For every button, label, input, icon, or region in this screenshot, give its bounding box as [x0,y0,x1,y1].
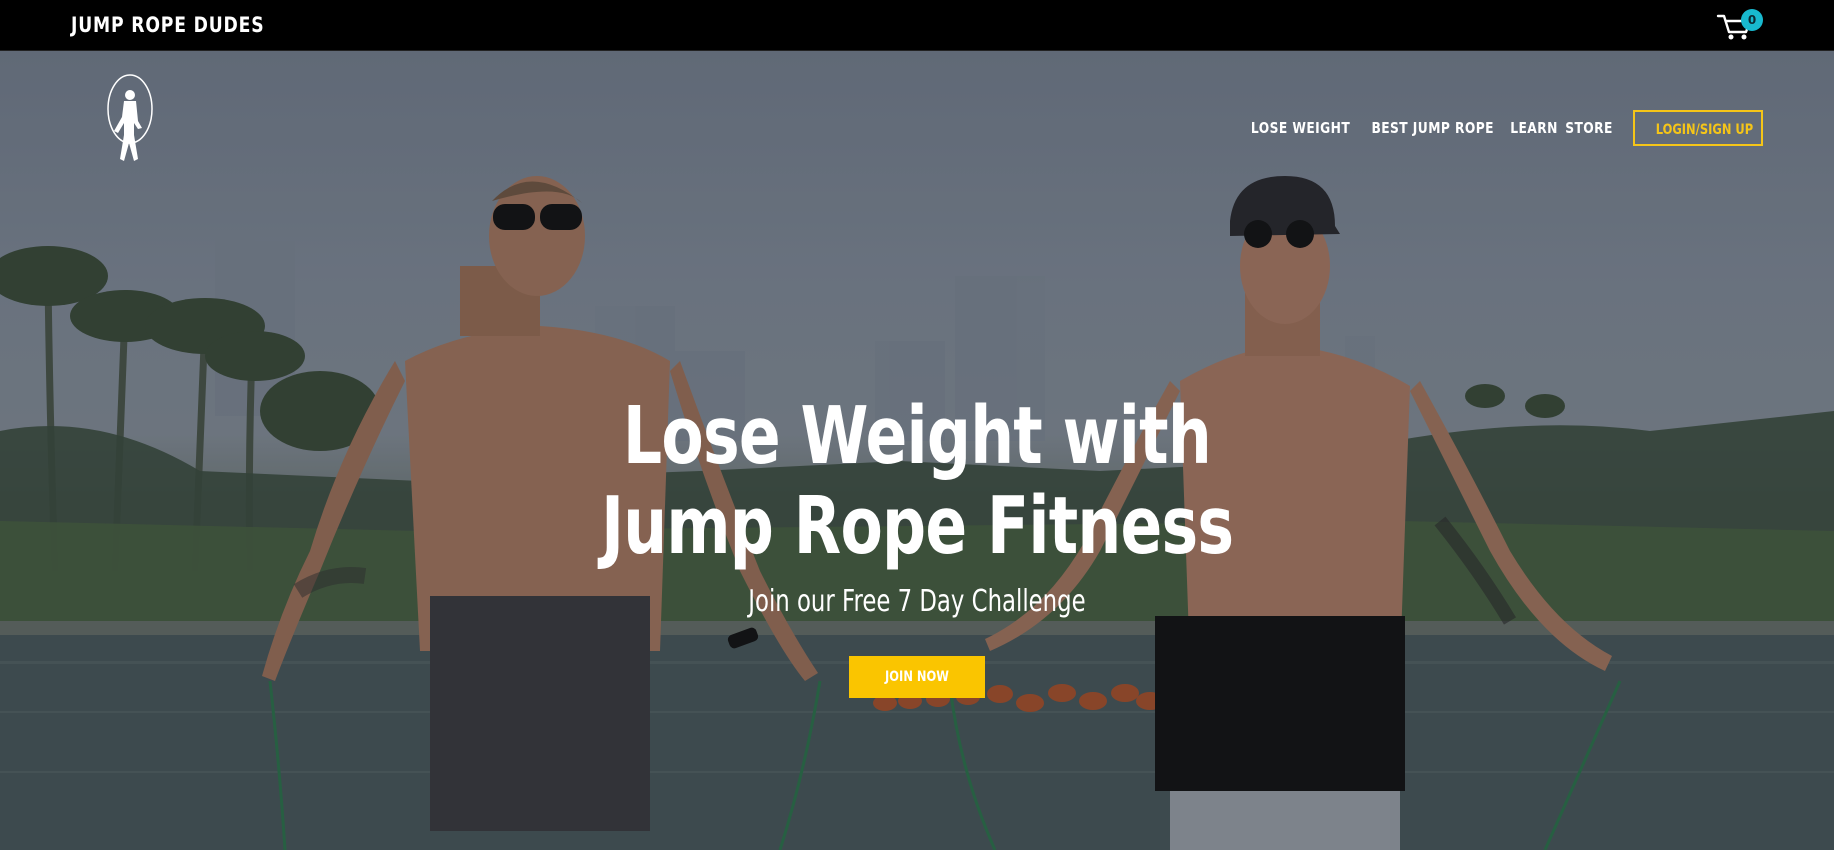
login-signup-label: LOGIN/SIGN UP [1655,122,1754,138]
hero-subheadline: Join our Free 7 Day Challenge [0,584,1834,619]
nav-learn[interactable]: LEARN [1510,119,1558,137]
main-nav: LOSE WEIGHT BEST JUMP ROPE LEARN STORE L… [1250,108,1763,148]
nav-best-jump-rope[interactable]: BEST JUMP ROPE [1372,119,1495,137]
join-now-button[interactable]: JOIN NOW [849,656,985,698]
brand-name[interactable]: JUMP ROPE DUDES [71,13,264,37]
top-bar: JUMP ROPE DUDES 0 [0,0,1834,51]
headline-line-1: Lose Weight with [622,390,1212,482]
nav-lose-weight[interactable]: LOSE WEIGHT [1251,119,1350,137]
hero-section: LOSE WEIGHT BEST JUMP ROPE LEARN STORE L… [0,51,1834,850]
cart-count-badge: 0 [1741,9,1763,31]
login-signup-button[interactable]: LOGIN/SIGN UP [1633,110,1763,146]
hero-headline: Lose Weight with Jump Rope Fitness [0,391,1834,571]
subheadline-text: Join our Free 7 Day Challenge [748,584,1086,619]
join-now-label: JOIN NOW [885,669,949,685]
nav-store[interactable]: STORE [1565,119,1613,137]
headline-line-2: Jump Rope Fitness [600,480,1234,572]
jump-rope-figure-logo-icon[interactable] [104,73,156,169]
